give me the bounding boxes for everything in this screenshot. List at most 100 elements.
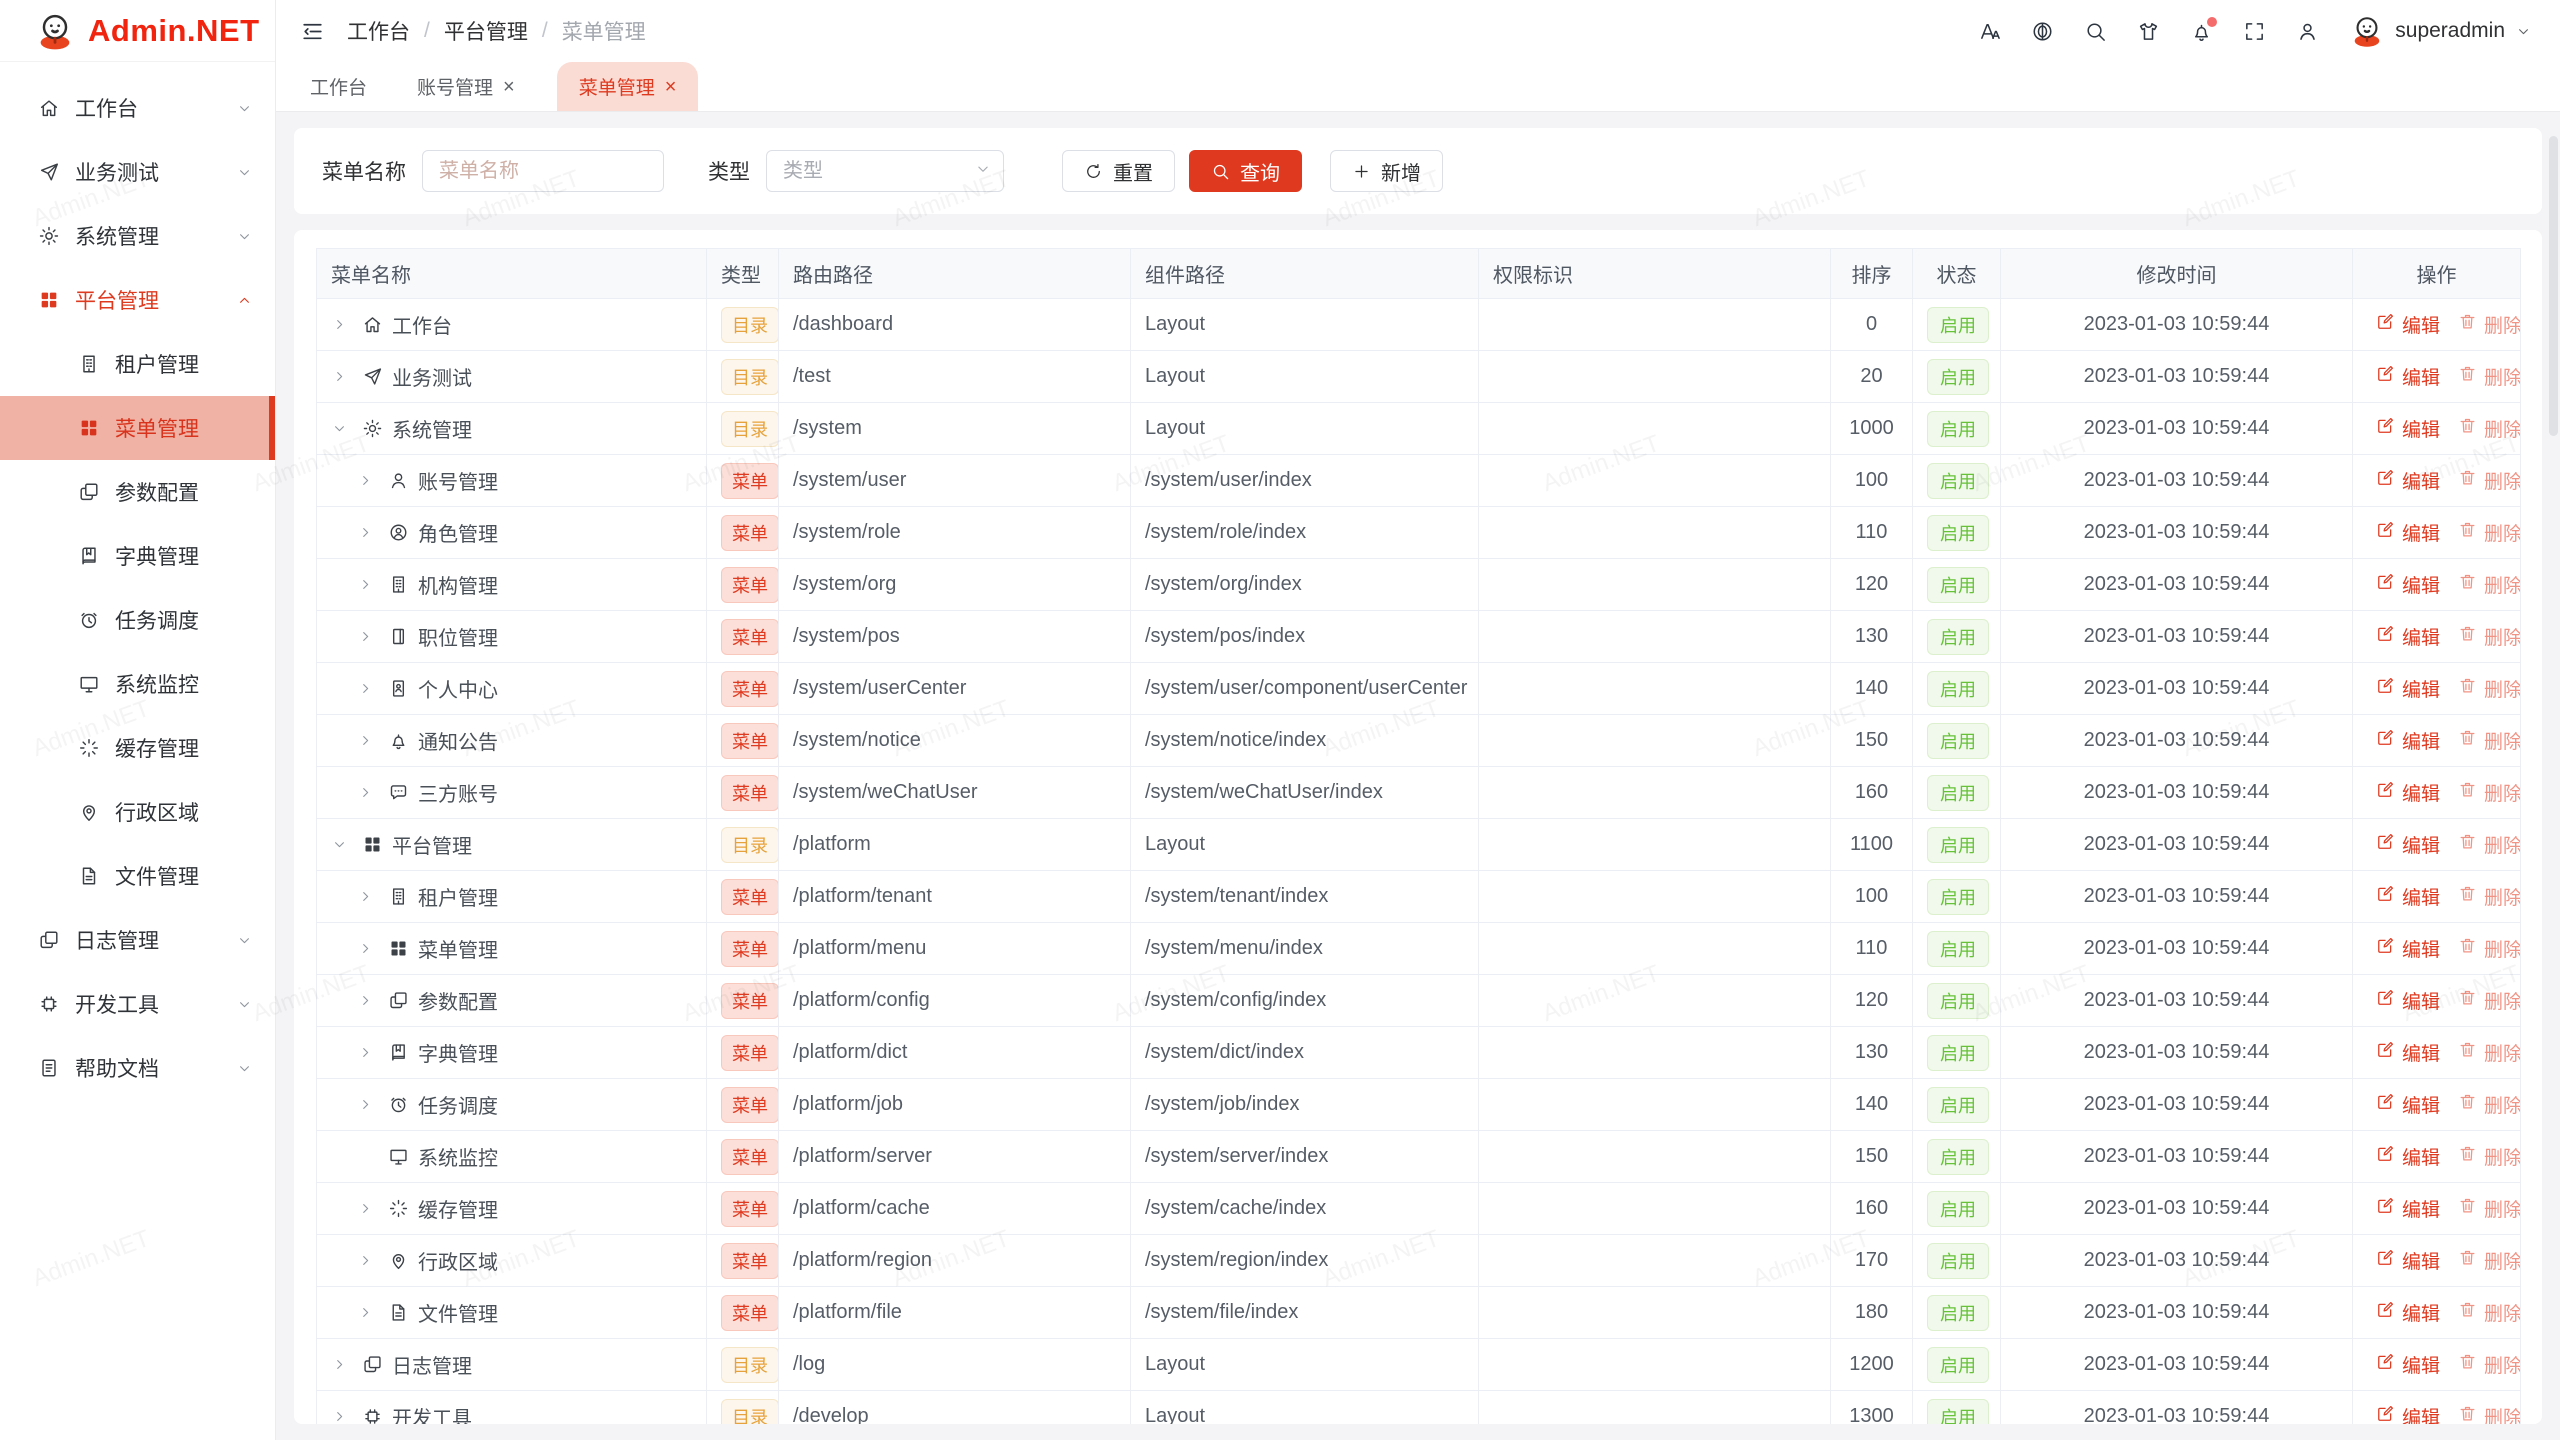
table-row[interactable]: 文件管理菜单/platform/file/system/file/index18… [317, 1287, 2521, 1339]
user-menu[interactable]: superadmin [2349, 13, 2532, 49]
edit-button[interactable]: 编辑 [2376, 415, 2440, 442]
delete-button[interactable]: 删除 [2458, 1299, 2520, 1326]
menu-name-input[interactable] [422, 150, 664, 192]
scrollbar-thumb[interactable] [2549, 136, 2558, 436]
sidebar-item[interactable]: 业务测试 [0, 140, 275, 204]
delete-button[interactable]: 删除 [2458, 1195, 2520, 1222]
expand-icon[interactable] [357, 888, 379, 905]
table-row[interactable]: 参数配置菜单/platform/config/system/config/ind… [317, 975, 2521, 1027]
delete-button[interactable]: 删除 [2458, 1351, 2520, 1378]
delete-button[interactable]: 删除 [2458, 1247, 2520, 1274]
reset-button[interactable]: 重置 [1062, 150, 1175, 192]
edit-button[interactable]: 编辑 [2376, 467, 2440, 494]
expand-icon[interactable] [357, 1304, 379, 1321]
page-scrollbar[interactable] [2549, 66, 2558, 1440]
table-row[interactable]: 三方账号菜单/system/weChatUser/system/weChatUs… [317, 767, 2521, 819]
table-row[interactable]: 业务测试目录/testLayout20启用2023-01-03 10:59:44… [317, 351, 2521, 403]
delete-button[interactable]: 删除 [2458, 675, 2520, 702]
type-select-input[interactable] [766, 150, 1004, 192]
table-row[interactable]: 租户管理菜单/platform/tenant/system/tenant/ind… [317, 871, 2521, 923]
theme-icon[interactable] [2137, 20, 2160, 43]
delete-button[interactable]: 删除 [2458, 415, 2520, 442]
delete-button[interactable]: 删除 [2458, 1143, 2520, 1170]
edit-button[interactable]: 编辑 [2376, 1403, 2440, 1424]
expand-icon[interactable] [331, 316, 353, 333]
expand-icon[interactable] [357, 524, 379, 541]
delete-button[interactable]: 删除 [2458, 467, 2520, 494]
expand-icon[interactable] [357, 940, 379, 957]
edit-button[interactable]: 编辑 [2376, 571, 2440, 598]
delete-button[interactable]: 删除 [2458, 1039, 2520, 1066]
table-row[interactable]: 机构管理菜单/system/org/system/org/index120启用2… [317, 559, 2521, 611]
expand-icon[interactable] [357, 784, 379, 801]
edit-button[interactable]: 编辑 [2376, 675, 2440, 702]
edit-button[interactable]: 编辑 [2376, 1299, 2440, 1326]
delete-button[interactable]: 删除 [2458, 363, 2520, 390]
expand-icon[interactable] [357, 1044, 379, 1061]
expand-icon[interactable] [357, 1252, 379, 1269]
edit-button[interactable]: 编辑 [2376, 1039, 2440, 1066]
edit-button[interactable]: 编辑 [2376, 519, 2440, 546]
edit-button[interactable]: 编辑 [2376, 987, 2440, 1014]
expand-icon[interactable] [357, 680, 379, 697]
sidebar-item[interactable]: 日志管理 [0, 908, 275, 972]
edit-button[interactable]: 编辑 [2376, 1195, 2440, 1222]
sidebar-item[interactable]: 租户管理 [0, 332, 275, 396]
table-row[interactable]: 字典管理菜单/platform/dict/system/dict/index13… [317, 1027, 2521, 1079]
sidebar-item[interactable]: 文件管理 [0, 844, 275, 908]
sidebar-item[interactable]: 平台管理 [0, 268, 275, 332]
sidebar-item[interactable]: 参数配置 [0, 460, 275, 524]
sidebar-item[interactable]: 任务调度 [0, 588, 275, 652]
delete-button[interactable]: 删除 [2458, 519, 2520, 546]
delete-button[interactable]: 删除 [2458, 311, 2520, 338]
delete-button[interactable]: 删除 [2458, 831, 2520, 858]
table-row[interactable]: 账号管理菜单/system/user/system/user/index100启… [317, 455, 2521, 507]
expand-icon[interactable] [331, 368, 353, 385]
sidebar-item[interactable]: 帮助文档 [0, 1036, 275, 1100]
delete-button[interactable]: 删除 [2458, 987, 2520, 1014]
edit-button[interactable]: 编辑 [2376, 623, 2440, 650]
delete-button[interactable]: 删除 [2458, 623, 2520, 650]
search-button[interactable]: 查询 [1189, 150, 1302, 192]
sidebar-item[interactable]: 系统监控 [0, 652, 275, 716]
table-row[interactable]: 缓存管理菜单/platform/cache/system/cache/index… [317, 1183, 2521, 1235]
collapse-row-icon[interactable] [331, 836, 353, 853]
expand-icon[interactable] [357, 1096, 379, 1113]
sidebar-item[interactable]: 字典管理 [0, 524, 275, 588]
table-row[interactable]: 平台管理目录/platformLayout1100启用2023-01-03 10… [317, 819, 2521, 871]
delete-button[interactable]: 删除 [2458, 571, 2520, 598]
delete-button[interactable]: 删除 [2458, 1403, 2520, 1424]
table-row[interactable]: 系统管理目录/systemLayout1000启用2023-01-03 10:5… [317, 403, 2521, 455]
edit-button[interactable]: 编辑 [2376, 779, 2440, 806]
delete-button[interactable]: 删除 [2458, 779, 2520, 806]
edit-button[interactable]: 编辑 [2376, 1091, 2440, 1118]
table-row[interactable]: 职位管理菜单/system/pos/system/pos/index130启用2… [317, 611, 2521, 663]
table-row[interactable]: 角色管理菜单/system/role/system/role/index110启… [317, 507, 2521, 559]
table-row[interactable]: 任务调度菜单/platform/job/system/job/index140启… [317, 1079, 2521, 1131]
expand-icon[interactable] [357, 1200, 379, 1217]
tab-item[interactable]: 工作台 [302, 62, 375, 111]
font-size-icon[interactable] [1978, 20, 2001, 43]
tab-item[interactable]: 账号管理× [409, 62, 523, 111]
table-row[interactable]: 菜单管理菜单/platform/menu/system/menu/index11… [317, 923, 2521, 975]
expand-icon[interactable] [357, 628, 379, 645]
delete-button[interactable]: 删除 [2458, 727, 2520, 754]
fullscreen-icon[interactable] [2243, 20, 2266, 43]
expand-icon[interactable] [357, 576, 379, 593]
type-select[interactable] [766, 150, 1004, 192]
edit-button[interactable]: 编辑 [2376, 831, 2440, 858]
expand-icon[interactable] [357, 732, 379, 749]
table-row[interactable]: 开发工具目录/developLayout1300启用2023-01-03 10:… [317, 1391, 2521, 1425]
edit-button[interactable]: 编辑 [2376, 311, 2440, 338]
expand-icon[interactable] [331, 1356, 353, 1373]
breadcrumb-item[interactable]: 平台管理 [444, 16, 528, 46]
sidebar-item[interactable]: 工作台 [0, 76, 275, 140]
delete-button[interactable]: 删除 [2458, 1091, 2520, 1118]
sidebar-item[interactable]: 行政区域 [0, 780, 275, 844]
table-row[interactable]: 行政区域菜单/platform/region/system/region/ind… [317, 1235, 2521, 1287]
tab-active[interactable]: 菜单管理× [557, 62, 699, 111]
edit-button[interactable]: 编辑 [2376, 1351, 2440, 1378]
delete-button[interactable]: 删除 [2458, 935, 2520, 962]
sidebar-item[interactable]: 缓存管理 [0, 716, 275, 780]
sidebar-item[interactable]: 菜单管理 [0, 396, 275, 460]
